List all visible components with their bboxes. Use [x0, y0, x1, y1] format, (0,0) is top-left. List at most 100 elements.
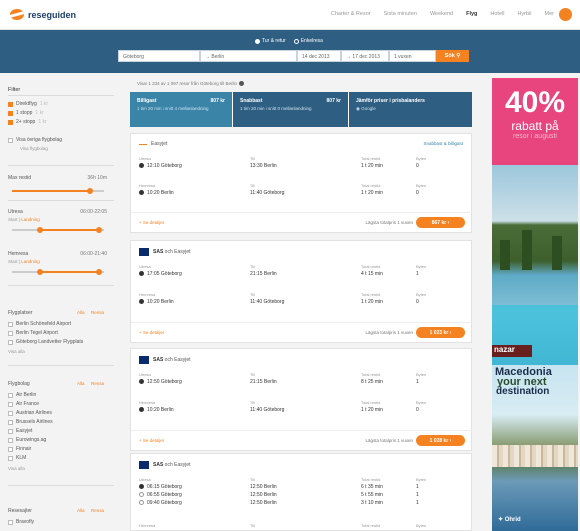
airline-logo — [139, 461, 149, 469]
from-field[interactable]: Göteborg — [118, 50, 200, 62]
show-airlines-link[interactable]: Visa flygbolag — [20, 146, 48, 151]
tab-compare[interactable]: Jämför priser i prisbalanders ◉ Google — [349, 92, 472, 127]
airline-checkbox[interactable]: Air France — [8, 401, 39, 407]
airline-checkbox[interactable]: Austrian Airlines — [8, 410, 52, 416]
airlines-clear-link[interactable]: Rensa — [91, 381, 104, 386]
stops-direct-checkbox[interactable]: Direktflyg 1 kr — [8, 101, 48, 107]
see-details-link[interactable]: + Se detaljer — [139, 438, 164, 443]
trip-type-oneway[interactable]: Enkelresa — [293, 38, 323, 44]
airline-checkbox[interactable]: Brussels Airlines — [8, 419, 53, 425]
segment-to-label: Till — [250, 400, 255, 405]
segment-outbound: Utresa 17:05 Göteborg Till 21:15 Berlin To… — [139, 263, 465, 285]
outbound-tabs: Start | Landning — [8, 217, 40, 222]
sites-clear-link[interactable]: Rensa — [91, 508, 104, 513]
radio-selected-icon[interactable] — [139, 163, 144, 169]
info-icon[interactable] — [238, 81, 244, 87]
inbound-landing-tab[interactable]: Landning — [21, 259, 40, 264]
passengers-select[interactable]: 1 vuxen — [389, 50, 436, 62]
airline-name-suffix: och Easyjet — [164, 249, 191, 255]
other-airlines-checkbox[interactable]: Visa övriga flygbolag — [8, 137, 62, 143]
depart-date-field[interactable]: 14 dec 2013 — [297, 50, 341, 62]
nav-hotel[interactable]: Hotell — [490, 11, 504, 17]
ad-banner-discount[interactable]: 40% rabatt på resor i augusti — [492, 78, 578, 165]
nav-charter[interactable]: Charter & Resor — [331, 11, 371, 17]
radio-selected-icon[interactable] — [139, 190, 144, 196]
slider-handle[interactable] — [87, 188, 94, 194]
slider-handle-min[interactable] — [36, 269, 43, 275]
airline-checkbox[interactable]: Easyjet — [8, 428, 32, 434]
airline-checkbox[interactable]: KLM — [8, 455, 26, 461]
segment-arrive: 12:50 Berlin — [250, 500, 277, 506]
ad-banner-resort[interactable]: nazar — [492, 165, 578, 365]
segment-return: Hemresa Till Total restid Byten — [139, 522, 465, 530]
airlines-show-all-link[interactable]: Visa alla — [8, 466, 25, 471]
checkbox-icon — [8, 392, 13, 398]
card-footer: + Se detaljer Lägsta totalpris 1 vuxen 8… — [131, 212, 473, 232]
trip-type-roundtrip[interactable]: Tur & retur — [255, 38, 286, 44]
select-flight-button[interactable]: 1 028 kr › — [416, 435, 465, 446]
airline-checkbox[interactable]: Eurowings.ag — [8, 437, 46, 443]
tab-compare-name: Jämför priser i prisbalanders — [356, 98, 425, 104]
radio-selected-icon[interactable] — [139, 407, 144, 413]
radio-selected-icon — [255, 38, 260, 44]
select-flight-button[interactable]: 867 kr › — [416, 217, 465, 228]
radio-icon[interactable] — [139, 500, 144, 506]
airport-checkbox[interactable]: Berlin Schönefeld Airport — [8, 321, 71, 327]
airline-checkbox[interactable]: Air Berlin — [8, 392, 36, 398]
select-flight-price: 1 023 kr — [429, 330, 449, 336]
airline-checkbox[interactable]: Finnair — [8, 446, 31, 452]
segment-stops: 0 — [416, 299, 419, 305]
inbound-start-tab[interactable]: Start — [8, 259, 18, 264]
radio-selected-icon[interactable] — [139, 379, 144, 385]
top-navigation: reseguiden Charter & Resor Sista minuten… — [0, 0, 580, 30]
airline-name-primary: SAS — [153, 249, 164, 255]
radio-selected-icon[interactable] — [139, 271, 144, 277]
ad-banner-macedonia[interactable]: Macedonia your next destination ✦ Ohrid — [492, 365, 578, 531]
nav-car-rental[interactable]: Hyrbil — [517, 11, 531, 17]
airlines-all-link[interactable]: Alla — [77, 381, 85, 386]
site-checkbox[interactable]: Bravofly — [8, 519, 34, 525]
segment-stops: 1 — [416, 492, 419, 498]
return-date-field[interactable]: → 17 dec 2013 — [341, 50, 389, 62]
radio-icon[interactable] — [139, 492, 144, 498]
outbound-slider[interactable] — [12, 227, 104, 233]
slider-handle-max[interactable] — [96, 227, 103, 233]
segment-duration: 1 t 20 min — [361, 299, 383, 305]
airport-checkbox[interactable]: Göteborg Landvetter Flygplats — [8, 339, 83, 345]
user-avatar[interactable] — [559, 8, 572, 21]
airport-checkbox[interactable]: Berlin Tegel Airport — [8, 330, 58, 336]
see-details-link[interactable]: + Se detaljer — [139, 220, 164, 225]
tab-cheapest[interactable]: Billigast 807 kr 1 tim 20 min i snitt 4 … — [130, 92, 233, 127]
segment-depart: 10:20 Berlin — [139, 299, 174, 305]
logo[interactable]: reseguiden — [10, 9, 76, 20]
tab-fastest[interactable]: Snabbast 807 kr 1 tim 20 min i snitt 0 m… — [233, 92, 349, 127]
stops-one-checkbox[interactable]: 1 stopp 1 kr — [8, 110, 44, 116]
see-details-link[interactable]: + Se detaljer — [139, 330, 164, 335]
stops-two-checkbox[interactable]: 2+ stopp 1 kr — [8, 119, 47, 125]
airports-show-all-link[interactable]: Visa alla — [8, 349, 25, 354]
search-button[interactable]: Sök ⚲ — [436, 50, 469, 62]
nav-more[interactable]: Mer — [545, 11, 554, 17]
slider-handle-max[interactable] — [96, 269, 103, 275]
sites-all-link[interactable]: Alla — [77, 508, 85, 513]
ad-discount-line3: resor i augusti — [513, 133, 557, 140]
inbound-slider[interactable] — [12, 269, 104, 275]
nav-flights[interactable]: Flyg — [466, 11, 477, 17]
nav-last-minute[interactable]: Sista minuten — [384, 11, 417, 17]
outbound-landing-tab[interactable]: Landning — [21, 217, 40, 222]
outbound-start-tab[interactable]: Start — [8, 217, 18, 222]
airports-clear-link[interactable]: Rensa — [91, 310, 104, 315]
airports-all-link[interactable]: Alla — [77, 310, 85, 315]
radio-selected-icon[interactable] — [139, 484, 144, 490]
to-field[interactable]: → Berlin — [200, 50, 297, 62]
nav-weekend[interactable]: Weekend — [430, 11, 453, 17]
radio-selected-icon[interactable] — [139, 299, 144, 305]
divider — [8, 365, 114, 366]
select-flight-button[interactable]: 1 023 kr › — [416, 327, 465, 338]
slider-handle-min[interactable] — [36, 227, 43, 233]
card-badge-link[interactable]: Snabbast & billigast — [423, 141, 463, 146]
ad-location-text: Ohrid — [504, 517, 521, 523]
other-airlines-label: Visa övriga flygbolag — [16, 137, 63, 143]
airline-label: KLM — [16, 455, 27, 461]
travel-time-slider[interactable] — [12, 188, 104, 194]
